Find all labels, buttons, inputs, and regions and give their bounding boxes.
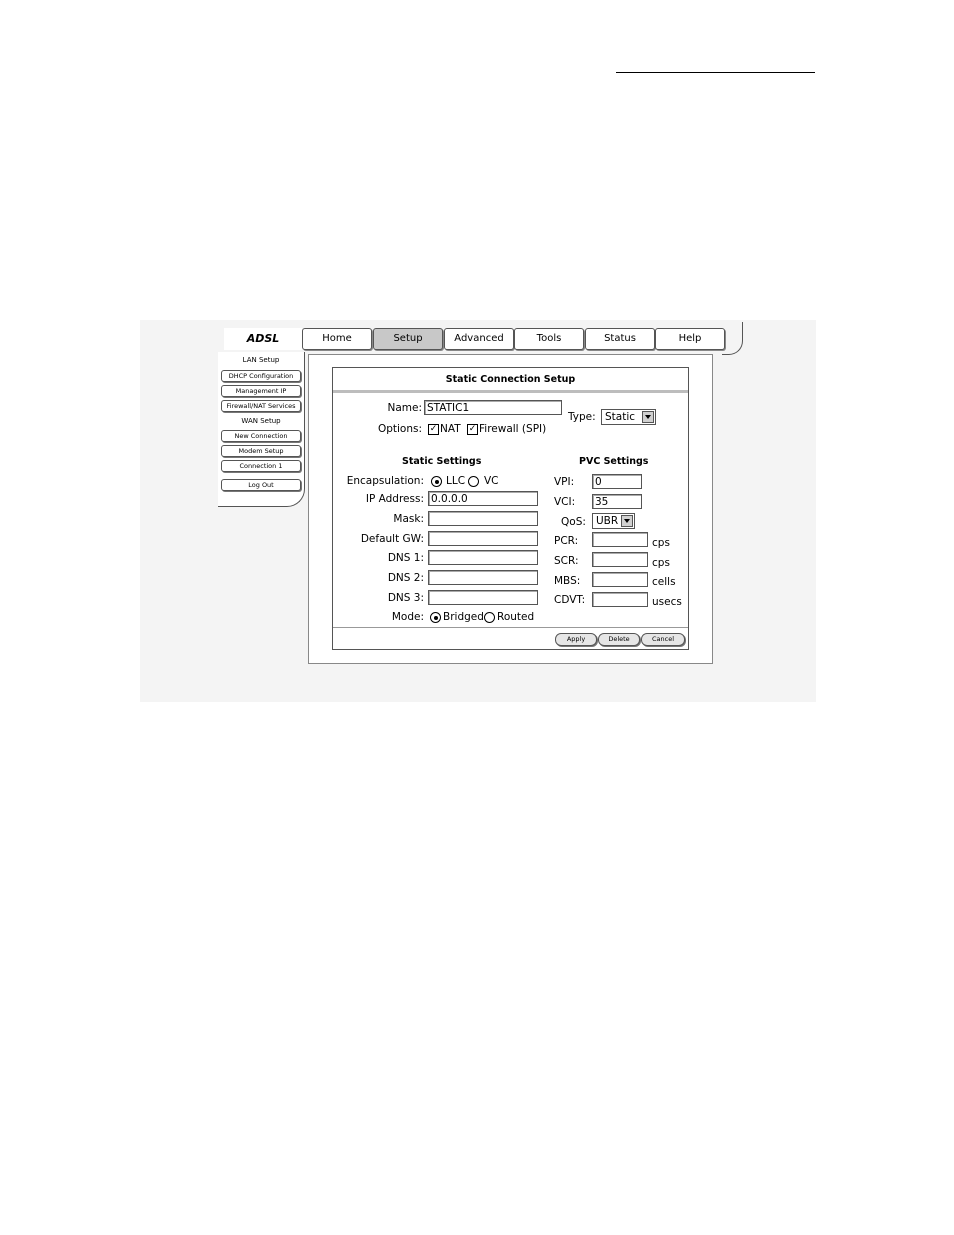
- dns1-label: DNS 1:: [387, 552, 424, 564]
- sidebar-item-firewall-nat[interactable]: Firewall/NAT Services: [221, 400, 301, 412]
- type-select-value: Static: [605, 411, 636, 423]
- header-rule: [616, 72, 815, 73]
- logout-button[interactable]: Log Out: [221, 479, 301, 491]
- vpi-input[interactable]: 0: [592, 474, 642, 489]
- form-title: Static Connection Setup: [445, 374, 576, 385]
- sidebar-item-modem-setup[interactable]: Modem Setup: [221, 445, 301, 457]
- delete-button[interactable]: Delete: [598, 633, 640, 646]
- ip-address-label: IP Address:: [365, 493, 424, 505]
- nav-status[interactable]: Status: [585, 328, 655, 350]
- routed-label: Routed: [497, 611, 535, 623]
- pcr-unit: cps: [652, 537, 670, 549]
- vci-label: VCI:: [554, 496, 576, 508]
- vci-input[interactable]: 35: [592, 494, 642, 509]
- scr-unit: cps: [652, 557, 670, 569]
- default-gw-input[interactable]: [428, 531, 538, 546]
- footer-divider: [333, 627, 688, 628]
- default-gw-label: Default GW:: [360, 533, 424, 545]
- qos-label: QoS:: [561, 516, 586, 528]
- adsl-modem-logo: ADSL Modem: [224, 328, 302, 367]
- mode-label: Mode:: [391, 611, 424, 623]
- nat-label: NAT: [440, 423, 461, 435]
- sidebar: LAN Setup DHCP Configuration Management …: [218, 352, 305, 507]
- vpi-label: VPI:: [554, 476, 575, 488]
- mbs-unit: cells: [652, 576, 676, 588]
- sidebar-item-new-connection[interactable]: New Connection: [221, 430, 301, 442]
- mask-label: Mask:: [393, 513, 424, 525]
- mbs-label: MBS:: [554, 575, 581, 587]
- apply-button[interactable]: Apply: [555, 633, 597, 646]
- nav-help[interactable]: Help: [655, 328, 725, 350]
- static-settings-heading: Static Settings: [402, 456, 482, 467]
- pvc-settings-heading: PVC Settings: [579, 456, 649, 467]
- dns3-input[interactable]: [428, 590, 538, 605]
- chevron-down-icon: [621, 515, 633, 527]
- firewall-checkbox[interactable]: ✓: [467, 424, 478, 435]
- type-select[interactable]: Static: [601, 409, 656, 425]
- qos-select[interactable]: UBR: [592, 513, 635, 529]
- pcr-label: PCR:: [554, 535, 579, 547]
- mbs-input[interactable]: [592, 572, 648, 587]
- sidebar-item-management-ip[interactable]: Management IP: [221, 385, 301, 397]
- options-label: Options:: [377, 423, 422, 435]
- nav-tools[interactable]: Tools: [514, 328, 584, 350]
- type-label: Type:: [568, 411, 596, 423]
- lan-setup-heading: LAN Setup: [242, 356, 280, 364]
- llc-label: LLC: [446, 475, 466, 487]
- dns1-input[interactable]: [428, 550, 538, 565]
- ip-address-input[interactable]: 0.0.0.0: [428, 491, 538, 506]
- llc-radio[interactable]: [431, 476, 442, 487]
- sidebar-item-connection-1[interactable]: Connection 1: [221, 460, 301, 472]
- cdvt-unit: usecs: [652, 596, 682, 608]
- vc-radio[interactable]: [468, 476, 479, 487]
- name-label: Name:: [387, 402, 422, 414]
- cancel-button[interactable]: Cancel: [641, 633, 685, 646]
- mask-input[interactable]: [428, 511, 538, 526]
- vc-label: VC: [484, 475, 499, 487]
- sidebar-item-dhcp[interactable]: DHCP Configuration: [221, 370, 301, 382]
- nav-setup[interactable]: Setup: [373, 328, 443, 350]
- bridged-label: Bridged: [443, 611, 484, 623]
- nav-home[interactable]: Home: [302, 328, 372, 350]
- routed-radio[interactable]: [484, 612, 495, 623]
- encapsulation-label: Encapsulation:: [346, 475, 424, 487]
- wan-setup-heading: WAN Setup: [241, 417, 281, 425]
- name-input[interactable]: STATIC1: [424, 400, 562, 415]
- scr-label: SCR:: [554, 555, 579, 567]
- cdvt-input[interactable]: [592, 592, 648, 607]
- dns2-label: DNS 2:: [387, 572, 424, 584]
- dns2-input[interactable]: [428, 570, 538, 585]
- title-divider: [333, 390, 688, 393]
- qos-select-value: UBR: [596, 515, 619, 527]
- bridged-radio[interactable]: [430, 612, 441, 623]
- scr-input[interactable]: [592, 552, 648, 567]
- nav-advanced[interactable]: Advanced: [444, 328, 514, 350]
- pcr-input[interactable]: [592, 532, 648, 547]
- firewall-label: Firewall (SPI): [479, 423, 547, 435]
- nat-checkbox[interactable]: ✓: [428, 424, 439, 435]
- chevron-down-icon: [642, 411, 654, 423]
- dns3-label: DNS 3:: [387, 592, 424, 604]
- cdvt-label: CDVT:: [554, 594, 586, 606]
